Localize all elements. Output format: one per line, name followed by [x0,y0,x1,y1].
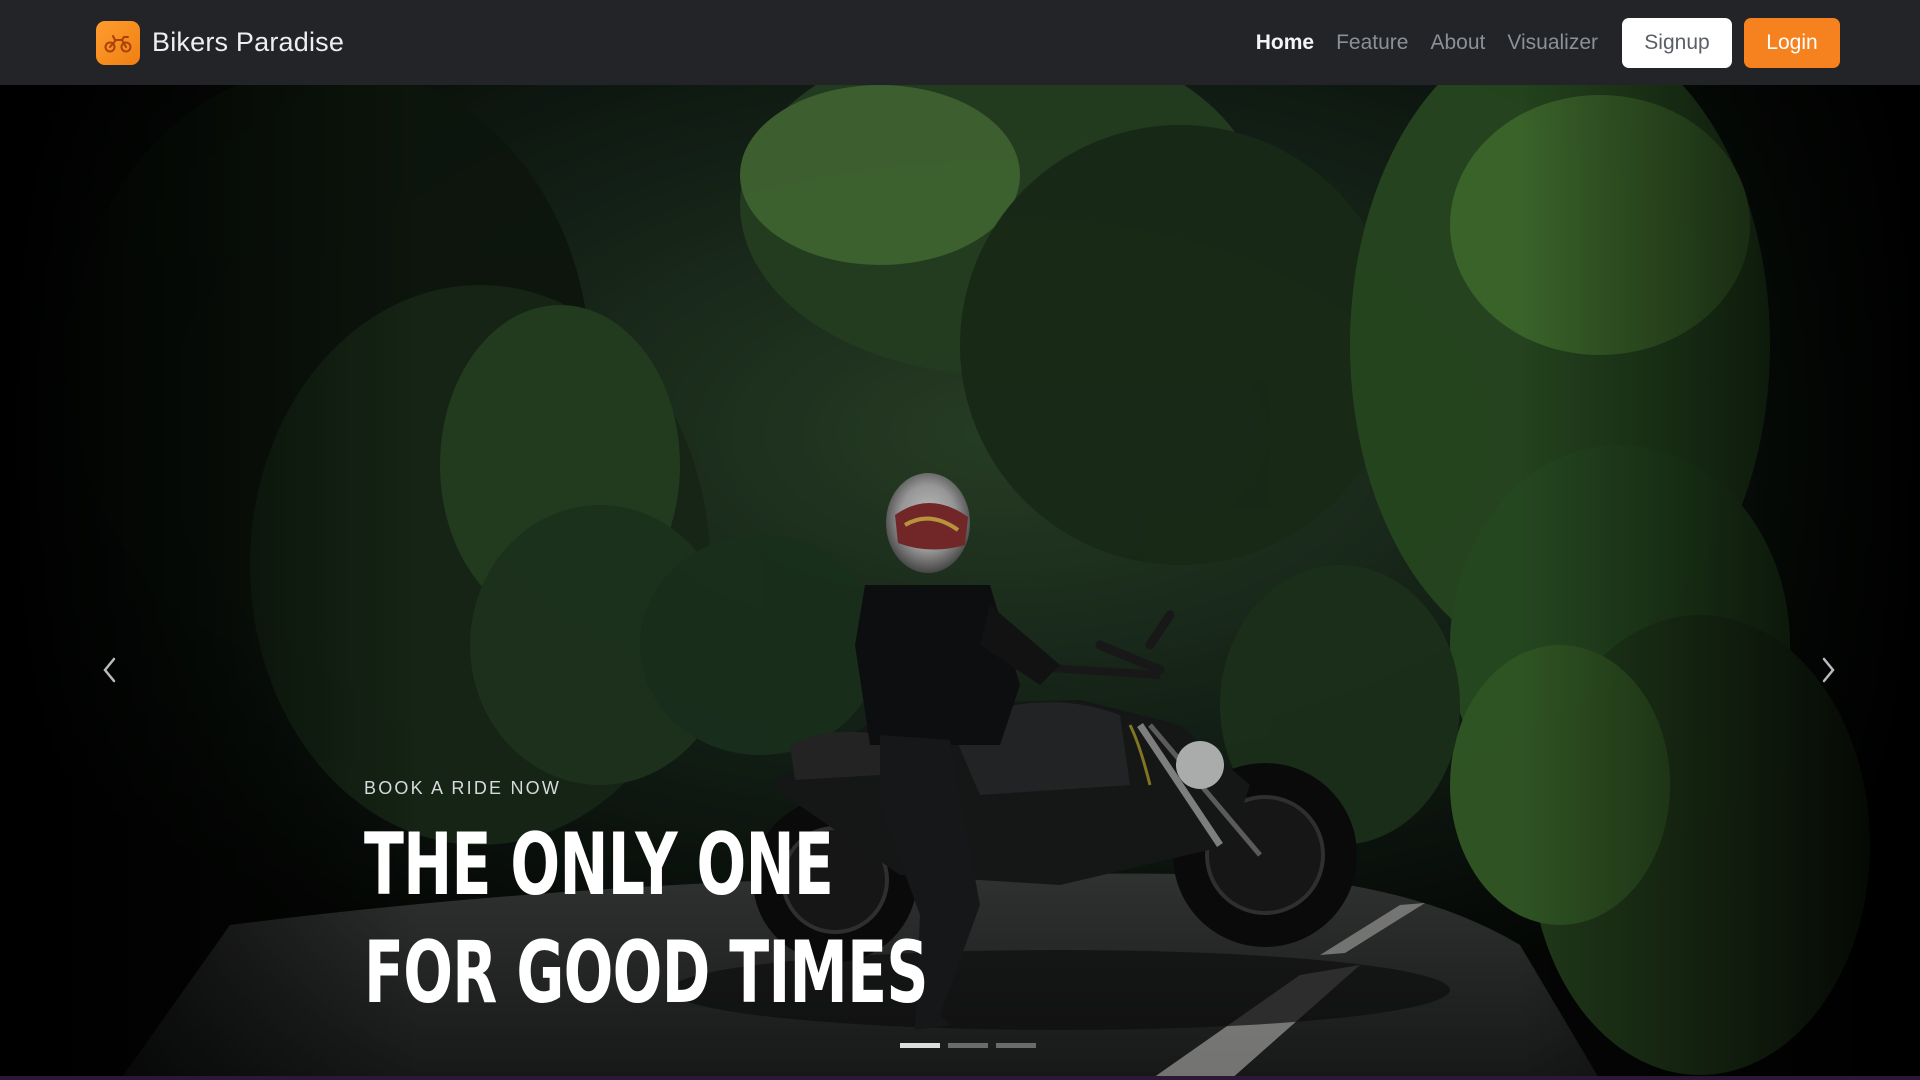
hero-caption: BOOK A RIDE NOW THE ONLY ONE FOR GOOD TI… [364,778,1193,1027]
carousel-indicator-3[interactable] [996,1043,1036,1048]
carousel-indicators [900,1043,1044,1048]
chevron-left-icon [103,657,116,683]
hero-carousel: BOOK A RIDE NOW THE ONLY ONE FOR GOOD TI… [0,85,1920,1080]
chevron-right-icon [1822,657,1835,683]
brand[interactable]: Bikers Paradise [96,20,345,65]
nav-link-visualizer[interactable]: Visualizer [1507,31,1598,55]
hero-headline-line-2: FOR GOOD TIMES [364,923,928,1023]
hero-headline: THE ONLY ONE FOR GOOD TIMES [364,811,928,1027]
motorbike-icon [96,20,140,65]
brand-name: Bikers Paradise [152,27,345,57]
hero-eyebrow: BOOK A RIDE NOW [364,778,562,798]
signup-button[interactable]: Signup [1622,17,1732,68]
nav-link-home[interactable]: Home [1256,31,1314,55]
nav-link-feature[interactable]: Feature [1336,31,1408,55]
carousel-next-button[interactable] [1808,645,1848,695]
nav-link-about[interactable]: About [1430,31,1485,55]
top-navbar: Bikers Paradise Home Feature About Visua… [0,0,1920,85]
carousel-indicator-2[interactable] [948,1043,988,1048]
bottom-border [0,1076,1920,1080]
login-button[interactable]: Login [1744,17,1840,68]
nav-links: Home Feature About Visualizer Signup Log… [1256,17,1840,68]
hero-headline-line-1: THE ONLY ONE [364,815,834,915]
carousel-prev-button[interactable] [90,645,130,695]
carousel-indicator-1[interactable] [900,1043,940,1048]
